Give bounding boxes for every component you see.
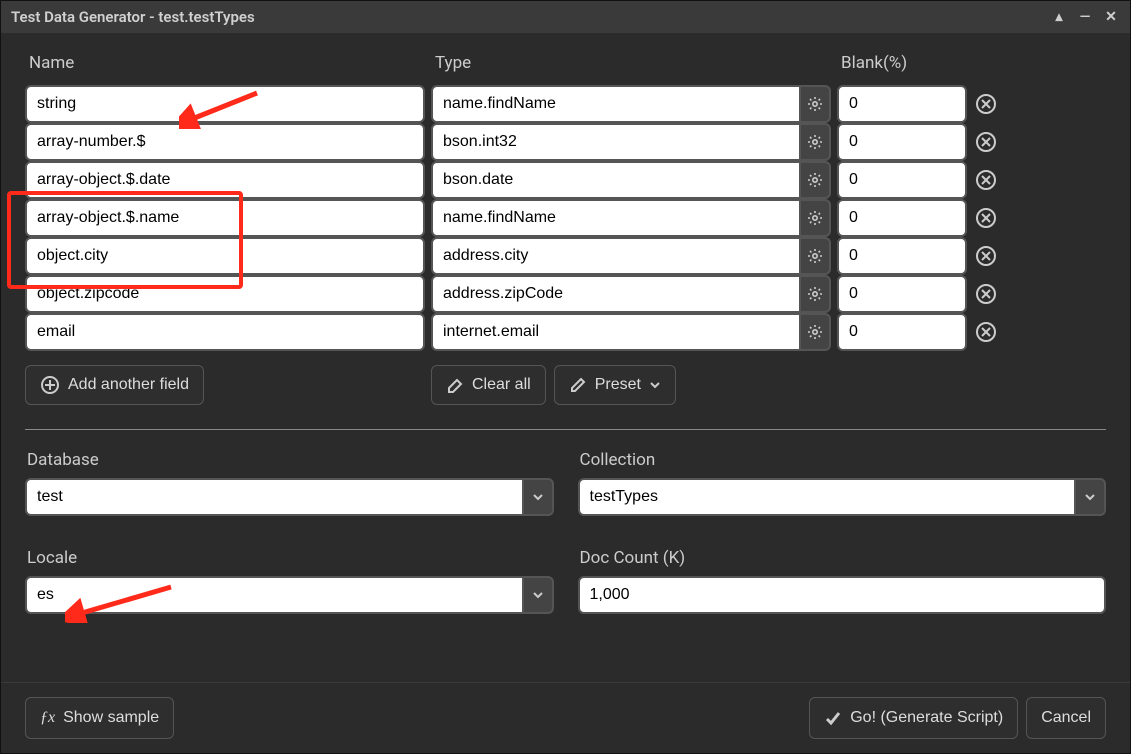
gear-icon[interactable] xyxy=(801,313,831,351)
locale-combo[interactable] xyxy=(25,576,554,614)
delete-row-button[interactable] xyxy=(973,319,999,345)
collection-label: Collection xyxy=(578,450,1107,470)
gear-icon[interactable] xyxy=(801,237,831,275)
delete-row-button[interactable] xyxy=(973,167,999,193)
blank-input[interactable] xyxy=(837,199,967,237)
type-input[interactable] xyxy=(431,275,801,313)
name-input[interactable] xyxy=(25,237,425,275)
name-input[interactable] xyxy=(25,123,425,161)
collapse-icon[interactable]: ▴ xyxy=(1050,8,1068,26)
delete-row-button[interactable] xyxy=(973,281,999,307)
type-input[interactable] xyxy=(431,199,801,237)
preset-button[interactable]: Preset xyxy=(554,365,676,405)
field-row xyxy=(25,85,1106,123)
database-label: Database xyxy=(25,450,554,470)
chevron-down-icon[interactable] xyxy=(524,576,554,614)
delete-row-button[interactable] xyxy=(973,91,999,117)
clear-all-button[interactable]: Clear all xyxy=(431,365,546,405)
field-row xyxy=(25,199,1106,237)
chevron-down-icon[interactable] xyxy=(524,478,554,516)
blank-input[interactable] xyxy=(837,275,967,313)
gear-icon[interactable] xyxy=(801,123,831,161)
close-icon[interactable]: ✕ xyxy=(1102,8,1120,26)
show-sample-label: Show sample xyxy=(63,709,159,727)
gear-icon[interactable] xyxy=(801,199,831,237)
blank-input[interactable] xyxy=(837,237,967,275)
gear-icon[interactable] xyxy=(801,85,831,123)
delete-row-button[interactable] xyxy=(973,205,999,231)
name-input[interactable] xyxy=(25,275,425,313)
database-input[interactable] xyxy=(25,478,524,516)
footer: ƒx Show sample Go! (Generate Script) Can… xyxy=(1,682,1130,753)
locale-label: Locale xyxy=(25,548,554,568)
x-circle-icon xyxy=(975,207,997,229)
doccount-input[interactable] xyxy=(578,576,1107,614)
eraser-icon xyxy=(446,376,464,394)
x-circle-icon xyxy=(975,169,997,191)
window-title: Test Data Generator - test.testTypes xyxy=(11,8,255,26)
delete-row-button[interactable] xyxy=(973,129,999,155)
column-headers: Name Type Blank(%) xyxy=(25,53,1106,73)
name-input[interactable] xyxy=(25,313,425,351)
add-field-button[interactable]: Add another field xyxy=(25,365,204,405)
add-field-label: Add another field xyxy=(68,376,189,394)
go-label: Go! (Generate Script) xyxy=(850,709,1003,727)
cancel-label: Cancel xyxy=(1041,709,1091,727)
type-input[interactable] xyxy=(431,313,801,351)
collection-combo[interactable] xyxy=(578,478,1107,516)
show-sample-button[interactable]: ƒx Show sample xyxy=(25,697,174,739)
field-row xyxy=(25,237,1106,275)
cancel-button[interactable]: Cancel xyxy=(1026,697,1106,739)
gear-icon[interactable] xyxy=(801,275,831,313)
gear-icon[interactable] xyxy=(801,161,831,199)
row-actions: Add another field Clear all Preset xyxy=(25,365,1106,405)
name-input[interactable] xyxy=(25,161,425,199)
name-input[interactable] xyxy=(25,85,425,123)
x-circle-icon xyxy=(975,93,997,115)
x-circle-icon xyxy=(975,321,997,343)
blank-input[interactable] xyxy=(837,313,967,351)
blank-input[interactable] xyxy=(837,85,967,123)
x-circle-icon xyxy=(975,245,997,267)
plus-circle-icon xyxy=(40,375,60,395)
header-type: Type xyxy=(431,53,831,73)
check-icon xyxy=(824,709,842,727)
field-row xyxy=(25,161,1106,199)
go-button[interactable]: Go! (Generate Script) xyxy=(809,697,1018,739)
locale-input[interactable] xyxy=(25,576,524,614)
type-input[interactable] xyxy=(431,123,801,161)
field-row xyxy=(25,123,1106,161)
header-blank: Blank(%) xyxy=(837,53,967,73)
database-combo[interactable] xyxy=(25,478,554,516)
dialog-window: Test Data Generator - test.testTypes ▴ —… xyxy=(0,0,1131,754)
divider xyxy=(25,429,1106,430)
x-circle-icon xyxy=(975,131,997,153)
doccount-label: Doc Count (K) xyxy=(578,548,1107,568)
type-input[interactable] xyxy=(431,85,801,123)
chevron-down-icon xyxy=(649,379,661,391)
name-input[interactable] xyxy=(25,199,425,237)
blank-input[interactable] xyxy=(837,123,967,161)
collection-input[interactable] xyxy=(578,478,1077,516)
type-input[interactable] xyxy=(431,237,801,275)
edit-icon xyxy=(569,376,587,394)
lower-form: Database Collection Locale xyxy=(25,450,1106,614)
type-input[interactable] xyxy=(431,161,801,199)
minimize-icon[interactable]: — xyxy=(1076,8,1094,26)
fx-icon: ƒx xyxy=(40,709,55,727)
delete-row-button[interactable] xyxy=(973,243,999,269)
chevron-down-icon[interactable] xyxy=(1076,478,1106,516)
blank-input[interactable] xyxy=(837,161,967,199)
content-area: Name Type Blank(%) Add another field Cle… xyxy=(1,33,1130,682)
header-name: Name xyxy=(25,53,425,73)
clear-all-label: Clear all xyxy=(472,376,531,394)
x-circle-icon xyxy=(975,283,997,305)
titlebar: Test Data Generator - test.testTypes ▴ —… xyxy=(1,1,1130,33)
field-row xyxy=(25,313,1106,351)
field-row xyxy=(25,275,1106,313)
preset-label: Preset xyxy=(595,376,641,394)
